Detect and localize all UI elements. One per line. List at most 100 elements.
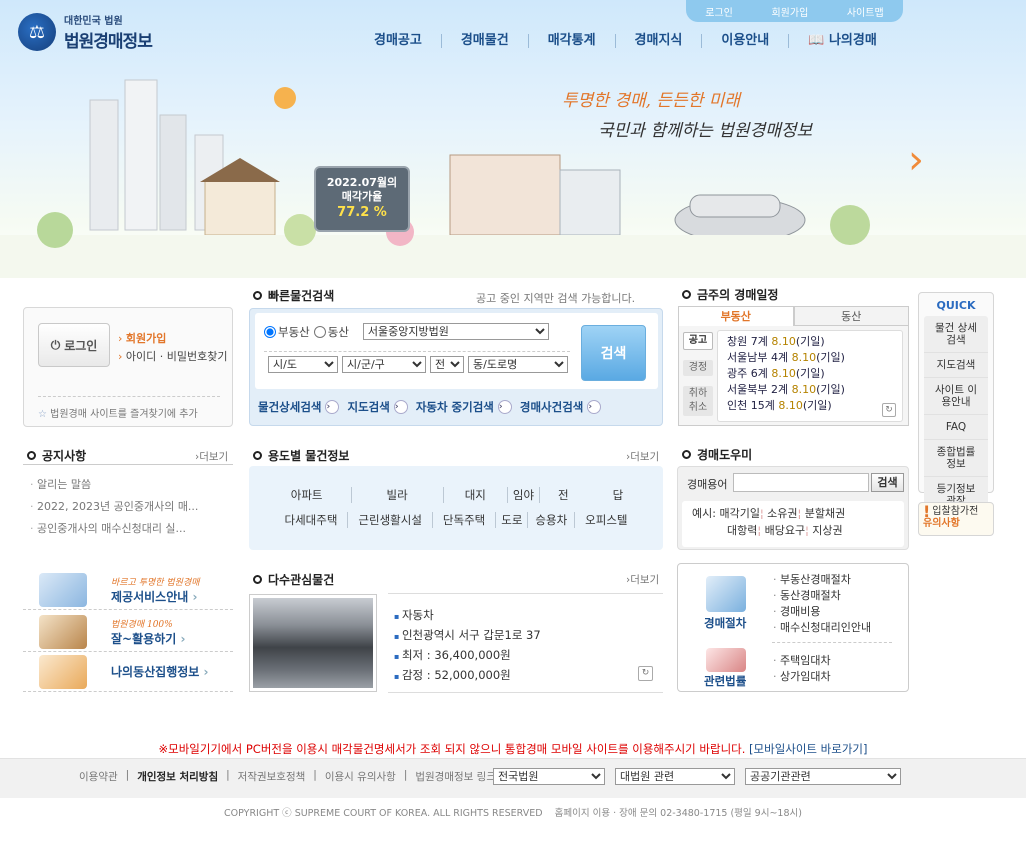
term-link[interactable]: 지상권 [812,524,842,537]
usage-land[interactable]: 대지 [442,487,507,503]
public-agency-link-select[interactable]: 공공기관관련 [745,768,901,785]
quick-map-search[interactable]: 지도검색 [924,353,988,378]
usage-villa[interactable]: 빌라 [350,487,443,503]
term-link[interactable]: 소유권 [767,507,797,520]
movable-enforcement-banner[interactable]: 나의동산집행정보 › [23,652,233,692]
refresh-icon[interactable]: ↻ [882,403,896,417]
popular-more-link[interactable]: ›더보기 [626,572,659,587]
schedule-item[interactable]: 인천 15계 8.10(기일) [727,398,902,414]
add-favorite-label: 법원경매 사이트를 즐겨찾기에 추가 [50,409,198,420]
nav-my-auction[interactable]: 📖 나의경매 [788,34,896,48]
tab-realty[interactable]: 부동산 [678,306,794,326]
sitemap-link[interactable]: 사이트맵 [847,4,884,19]
usage-multi-family[interactable]: 다세대주택 [275,512,348,528]
usage-field[interactable]: 전 [539,487,587,503]
detail-search-link[interactable]: 물건상세검색 › [258,399,340,415]
procedure-item[interactable]: 동산경매절차 [773,588,871,604]
copyright-policy-link[interactable]: 저작권보호정책 [238,769,306,784]
join-member-link[interactable]: › 회원가입 [118,330,227,348]
quick-search-button[interactable]: 검색 [581,325,646,381]
law-item[interactable]: 상가임대차 [773,669,831,685]
use-select[interactable]: 전 [430,356,464,373]
usage-apartment[interactable]: 아파트 [263,487,351,503]
popular-item-info[interactable]: 자동차 인천광역시 서구 갑문1로 37 최저 : 36,400,000원 감정… [394,606,541,686]
notice-item[interactable]: 알리는 말씀 [30,474,198,496]
quick-search-note: 공고 중인 지역만 검색 가능합니다. [476,292,636,305]
nav-auction-notice[interactable]: 경매공고 [374,34,441,48]
next-slide-arrow-icon[interactable]: › [908,140,924,180]
term-search-button[interactable]: 검색 [871,473,904,492]
terms-link[interactable]: 이용약관 [79,769,118,784]
quick-faq[interactable]: FAQ [924,415,988,440]
add-favorite-link[interactable]: ☆ 법원경매 사이트를 즐겨찾기에 추가 [38,396,220,420]
quick-law-info[interactable]: 종합법률 정보 [924,440,988,477]
banner-title-text: 제공서비스안내 [111,589,189,604]
privacy-link[interactable]: 개인정보 처리방침 [137,769,218,784]
term-link[interactable]: 배당요구 [765,524,805,537]
schedule-item[interactable]: 광주 6계 8.10(기일) [727,366,902,382]
popular-title-text: 다수관심물건 [268,573,335,587]
schedule-type: (기일) [802,399,832,412]
supreme-court-link-select[interactable]: 대법원 관련 [615,768,735,785]
usage-paddy[interactable]: 답 [587,487,650,503]
notice-item[interactable]: 공인중개사의 매수신청대리 실... [30,518,198,540]
case-search-link[interactable]: 경매사건검색 › [520,399,602,415]
usage-more-link[interactable]: ›더보기 [626,449,659,464]
usage-road[interactable]: 도로 [495,512,527,528]
popular-item-photo[interactable] [249,594,377,692]
nav-auction-items[interactable]: 경매물건 [440,34,528,48]
find-account-link[interactable]: › 아이디 · 비밀번호찾기 [118,348,227,366]
term-link[interactable]: 매각기일 [719,507,759,520]
refresh-icon[interactable]: ↻ [638,666,653,681]
schedule-item[interactable]: 창원 7계 8.10(기일) [727,334,902,350]
dong-select[interactable]: 동/도로명 [468,356,568,373]
notice-more-link[interactable]: ›더보기 [195,449,228,464]
bid-caution-link[interactable]: ! 입찰참가전 유의사항 [918,502,994,536]
category-change[interactable]: 경정 [683,360,713,376]
login-link[interactable]: 로그인 [705,4,733,19]
tab-movable[interactable]: 동산 [793,306,909,326]
notice-item[interactable]: 2022, 2023년 공인중개사의 매... [30,496,198,518]
category-cancel[interactable]: 취하취소 [683,386,713,416]
nav-auction-knowledge[interactable]: 경매지식 [614,34,702,48]
schedule-item[interactable]: 서울북부 2계 8.10(기일) [727,382,902,398]
usage-officetel[interactable]: 오피스텔 [574,512,637,528]
movable-radio[interactable] [313,325,326,338]
vehicle-search-link[interactable]: 자동차 중기검색 › [416,399,512,415]
usage-panel: 아파트 빌라 대지 임야 전 답 다세대주택 근린생활시설 단독주택 도로 승용… [249,466,663,550]
nav-sale-statistics[interactable]: 매각통계 [527,34,615,48]
sido-select[interactable]: 시/도 [268,356,338,373]
site-logo[interactable]: ⚖ 대한민국 법원 법원경매정보 [18,12,153,52]
usage-detached-house[interactable]: 단독주택 [431,512,495,528]
quick-detail-search[interactable]: 물건 상세검색 [924,316,988,353]
notice-list: 알리는 말씀 2022, 2023년 공인중개사의 매... 공인중개사의 매수… [30,474,198,540]
term-link[interactable]: 대항력 [727,524,757,537]
join-link[interactable]: 회원가입 [771,4,808,19]
procedure-item[interactable]: 경매비용 [773,604,871,620]
usage-neighborhood[interactable]: 근린생활시설 [347,512,431,528]
procedure-item[interactable]: 부동산경매절차 [773,572,871,588]
court-link-select[interactable]: 전국법원 [493,768,605,785]
court-select[interactable]: 서울중앙지방법원 [362,323,549,340]
category-notice[interactable]: 공고 [683,332,713,350]
footer-bar: 이용약관 | 개인정보 처리방침 | 저작권보호정책 | 이용시 유의사항 | 법원경매… [0,758,1026,798]
procedure-item[interactable]: 매수신청대리인안내 [773,620,871,636]
magnifier-icon [39,572,87,607]
login-button[interactable]: ⏻ 로그인 [38,323,110,367]
map-search-link[interactable]: 지도검색 › [347,399,408,415]
realty-radio[interactable] [264,325,276,338]
schedule-item[interactable]: 서울남부 4계 8.10(기일) [727,350,902,366]
term-link[interactable]: 분할채권 [805,507,845,520]
quick-usage-guide[interactable]: 사이트 이용안내 [924,378,988,415]
usage-passenger-car[interactable]: 승용차 [527,512,574,528]
mobile-site-link[interactable]: [모바일사이트 바로가기] [749,742,867,756]
sigungu-select[interactable]: 시/군/구 [342,356,426,373]
usage-forest[interactable]: 임야 [506,487,539,503]
related-links-label[interactable]: 법원경매정보 링크 [415,769,496,784]
term-search-input[interactable] [733,473,869,492]
law-item[interactable]: 주택임대차 [773,653,831,669]
nav-usage-guide[interactable]: 이용안내 [701,34,788,48]
usage-tips-banner[interactable]: 법원경매 100% 잘~활용하기 › [23,612,233,652]
service-guide-banner[interactable]: 바르고 투명한 법원경매 제공서비스안내 › [23,570,233,610]
usage-caution-link[interactable]: 이용시 유의사항 [325,769,396,784]
